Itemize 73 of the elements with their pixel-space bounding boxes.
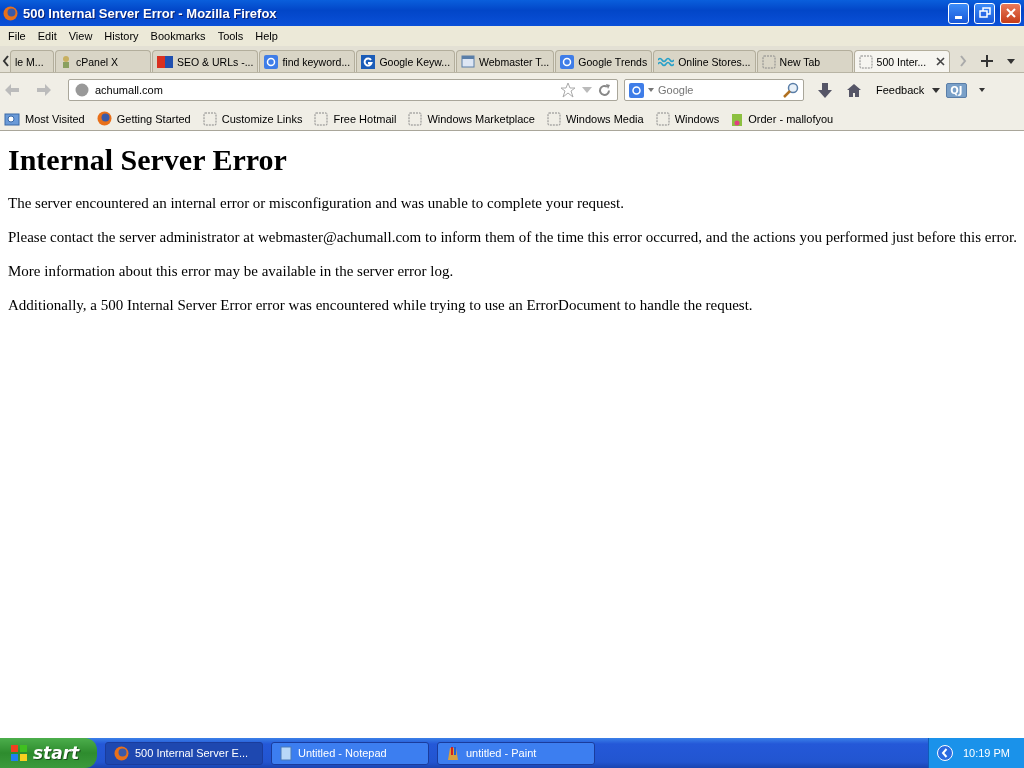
search-icon[interactable] [783, 82, 799, 98]
menu-item[interactable]: Tools [211, 30, 250, 42]
browser-tab[interactable]: Online Stores... [653, 50, 756, 72]
browser-tab[interactable]: Google Keyw... [356, 50, 456, 72]
menu-item[interactable]: Help [249, 30, 284, 42]
bookmark-link[interactable]: Order - mallofyou [731, 110, 834, 127]
taskbar-button[interactable]: Untitled - Notepad [271, 741, 429, 765]
feedback-button[interactable]: Feedback [874, 84, 927, 96]
browser-tab[interactable]: Webmaster T... [456, 50, 555, 72]
bookmark-link[interactable]: Customize Links [202, 111, 303, 126]
page-heading: Internal Server Error [8, 143, 288, 177]
menu-item[interactable]: Edit [31, 30, 63, 42]
dropdown-icon[interactable] [932, 87, 941, 93]
bookmark-link[interactable]: Windows [655, 111, 720, 126]
clock: 10:19 PM [962, 747, 1010, 759]
browser-tab[interactable]: find keyword... [259, 50, 356, 72]
minimize-button[interactable] [948, 2, 969, 24]
error-paragraph: More information about this error may be available in the server error log. [8, 263, 455, 280]
taskbar-button[interactable]: untitled - Paint [437, 741, 595, 765]
browser-tab[interactable]: cPanel X [55, 50, 151, 72]
logo-icon [157, 55, 173, 68]
dropdown-icon[interactable] [978, 88, 985, 92]
browser-tab[interactable]: SEO & URLs -... [152, 50, 259, 72]
browser-tab[interactable]: le M... [10, 50, 54, 72]
star-icon[interactable] [560, 82, 576, 98]
waves-icon [658, 56, 675, 67]
dropdown-icon[interactable] [1006, 58, 1015, 64]
browser-tab[interactable]: New Tab [756, 50, 853, 72]
window-title: 500 Internal Server Error - Mozilla Firefox [23, 5, 278, 21]
blank-page-icon [314, 111, 329, 126]
blank-page-icon [858, 54, 873, 69]
error-paragraph: Please contact the server administrator at webmaster@achumall.com to inform them of the time this error occurred, and the actions you performed just before this error. [8, 229, 1016, 246]
blank-page-icon [655, 111, 670, 126]
menu-item[interactable]: History [98, 30, 145, 42]
blank-page-icon [761, 54, 776, 69]
restore-icon [978, 7, 991, 19]
paint-icon [446, 745, 460, 761]
browser-tab[interactable]: 500 Inter... [853, 50, 950, 72]
menu-item[interactable]: View [62, 30, 99, 42]
search-field[interactable]: Google [658, 84, 779, 96]
search-bar[interactable]: Google [624, 79, 804, 101]
error-paragraph: Additionally, a 500 Internal Server Error error was encountered while trying to use an ErrorDocument to handle the request. [8, 297, 754, 314]
plus-icon[interactable] [980, 55, 993, 67]
bookmark-link[interactable]: Getting Started [96, 111, 191, 126]
chevron-icon[interactable] [936, 745, 953, 761]
address-field[interactable]: achumall.com [95, 84, 554, 96]
address-bar[interactable]: achumall.com [68, 79, 618, 101]
windows-logo-icon [10, 744, 28, 762]
bookmark-link[interactable]: Windows Marketplace [408, 111, 535, 126]
close-button[interactable] [1000, 2, 1021, 24]
calendar-icon [461, 55, 476, 68]
close-icon[interactable] [935, 57, 945, 66]
bookmark-link[interactable]: Most Visited [4, 111, 85, 126]
menu-item[interactable]: File [2, 30, 32, 42]
blank-page-icon [202, 111, 217, 126]
folder-search-icon [4, 111, 20, 126]
reload-icon[interactable] [598, 83, 611, 97]
bookmark-link[interactable]: Free Hotmail [314, 111, 397, 126]
error-paragraph: The server encountered an internal error or misconfiguration and was unable to complete your request. [8, 195, 626, 212]
taskbar-button[interactable]: 500 Internal Server E... [105, 741, 263, 765]
close-icon [1004, 7, 1017, 19]
blank-page-icon [547, 111, 561, 126]
menu-item[interactable]: Bookmarks [144, 30, 212, 42]
restore-button[interactable] [974, 2, 995, 24]
browser-tab[interactable]: Google Trends [555, 50, 653, 72]
minimize-icon [955, 15, 962, 19]
home-icon[interactable] [846, 82, 862, 98]
start-button[interactable]: start [0, 738, 97, 768]
download-icon[interactable] [818, 82, 832, 98]
figure-icon [60, 54, 72, 69]
notepad-icon [280, 745, 292, 761]
blank-page-icon [408, 111, 423, 126]
bookmark-link[interactable]: Windows Media [547, 111, 644, 126]
